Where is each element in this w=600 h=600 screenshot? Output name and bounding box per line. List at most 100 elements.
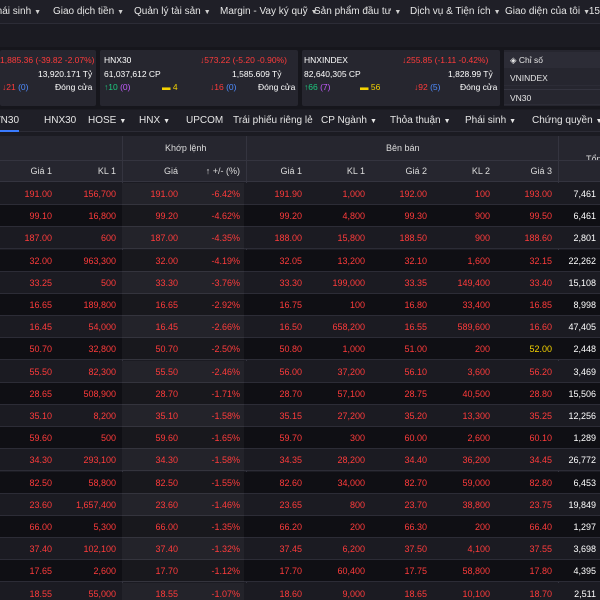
table-row[interactable]: 82.50 58,800 82.50 -1.55% 82.60 34,000 82.70 59… [0,471,600,494]
table-cell: 33,400 [462,300,490,310]
vnindex-down: ↓21 (0) [2,82,29,92]
table-cell: 200 [474,344,490,355]
chevron-down-icon: ▼ [203,9,211,16]
table-cell: 56.20 [529,366,552,377]
table-cell: 47,405 [568,322,596,333]
tab-hose[interactable]: HOSE ▼ [88,110,126,132]
table-cell: 26,772 [568,455,596,466]
table-cell: 32.05 [279,255,302,266]
menu-item[interactable]: Dịch vụ & Tiện ích ▼ [410,0,501,24]
menu-item-label: Giao dịch tiền [53,6,115,17]
menu-item[interactable]: Giao diện của tôi ▼ [505,0,590,24]
table-row[interactable]: 37.40 102,100 37.40 -1.32% 37.45 6,200 37.50 4,… [0,538,600,561]
tab-chứng-quyền[interactable]: Chứng quyền ▼ [532,110,600,132]
tab-cp-ngành[interactable]: CP Ngành ▼ [321,110,377,132]
table-cell: 23.70 [404,499,427,510]
table-cell: 34.45 [529,455,552,466]
table-cell: 100 [474,189,490,199]
tab-label: CP Ngành [321,115,367,126]
table-row[interactable]: 17.65 2,600 17.70 -1.12% 17.70 60,400 17.75 58,… [0,560,600,583]
table-cell: 6,200 [342,544,365,555]
column-header[interactable]: Giá 2 [405,166,427,176]
column-header[interactable]: KL 1 [347,166,365,176]
table-row[interactable]: 55.50 82,300 55.50 -2.46% 56.00 37,200 56.10 3,… [0,360,600,383]
table-cell: 200 [349,522,365,532]
hnxindex-panel[interactable]: HNXINDEX ↓255.85 (-1.11 -0.42%) 82,640,3… [302,50,500,106]
table-cell: 2,801 [573,233,596,244]
table-row[interactable]: 66.00 5,300 66.00 -1.35% 66.20 200 66.30 200 66.… [0,516,600,538]
column-header[interactable]: Giá [164,166,178,176]
tab-phái-sinh[interactable]: Phái sinh ▼ [465,110,516,132]
table-row[interactable]: 32.00 963,300 32.00 -4.19% 32.05 13,200 32.10 1… [0,249,600,272]
table-cell: 82,300 [88,366,116,377]
table-row[interactable]: 59.60 500 59.60 -1.65% 59.70 300 60.00 2,600 60.… [0,427,600,450]
vnindex-volume: 13,920.171 Tỷ [38,69,93,79]
chiso-item-vn30[interactable]: VN30 [504,89,600,105]
table-row[interactable]: 23.60 1,657,400 23.60 -1.46% 23.65 800 23.70 38… [0,493,600,516]
table-cell: 37.55 [529,544,552,555]
table-row[interactable]: 16.45 54,000 16.45 -2.66% 16.50 658,200 16.55 5… [0,316,600,339]
table-row[interactable]: 34.30 293,100 34.30 -1.58% 34.35 28,200 34.40 3… [0,449,600,472]
column-header[interactable]: Giá 1 [280,166,302,176]
tab-thỏa-thuận[interactable]: Thỏa thuận ▼ [390,110,451,132]
table-cell: 293,100 [83,455,116,466]
table-cell: 16.75 [279,300,302,310]
menu-item[interactable]: Quản lý tài sản ▼ [134,0,211,24]
menu-item-label: Giao diện của tôi [505,6,581,17]
hnx30-panel[interactable]: HNX30 ↓573.22 (-5.20 -0.90%) 61,037,612 … [100,50,298,106]
menu-item[interactable]: Margin - Vay ký quỹ ▼ [220,0,318,24]
table-row[interactable]: 187.00 600 187.00 -4.35% 188.00 15,800 188.50 9… [0,227,600,250]
table-row[interactable]: 28.65 508,900 28.70 -1.71% 28.70 57,100 28.75 4… [0,382,600,405]
table-cell: 56.10 [404,366,427,377]
column-header[interactable]: ↑ +/- (%) [206,166,240,176]
column-header[interactable]: Giá 3 [530,166,552,176]
table-row[interactable]: 33.25 500 33.30 -3.76% 33.30 199,000 33.35 149,… [0,271,600,294]
table-cell: -1.58% [182,449,244,472]
table-cell: 99.20 [279,211,302,222]
table-cell: 17.80 [529,566,552,577]
table-row[interactable]: 99.10 16,800 99.20 -4.62% 99.20 4,800 99.30 900… [0,205,600,228]
table-cell: 66.20 [279,522,302,532]
table-cell: 2,600 [93,566,116,577]
table-cell: -2.50% [182,338,244,361]
table-cell: 8,998 [573,300,596,310]
tab-upcom[interactable]: UPCOM [186,110,223,132]
menu-item[interactable]: Giao dịch tiền ▼ [53,0,124,24]
table-cell: 60.00 [404,433,427,444]
table-cell: -1.55% [182,471,244,494]
tab-hnx[interactable]: HNX ▼ [139,110,170,132]
table-row[interactable]: 35.10 8,200 35.10 -1.58% 35.15 27,200 35.20 13,… [0,405,600,427]
column-header[interactable]: KL 1 [98,166,116,176]
table-cell: 33.25 [29,277,52,288]
table-row[interactable]: 16.65 189,800 16.65 -2.92% 16.75 100 16.80 33,4… [0,294,600,316]
table-cell: 32.00 [122,249,182,272]
tab-hnx30[interactable]: HNX30 [44,110,76,132]
menu-item[interactable]: Sản phẩm đầu tư ▼ [314,0,401,24]
tab-vn30[interactable]: VN30 [0,110,20,132]
vnindex-panel[interactable]: 1,885.36 (-39.82 -2.07%) 13,920.171 Tỷ Đ… [0,50,96,106]
column-header[interactable]: KL 2 [472,166,490,176]
table-row[interactable]: 50.70 32,800 50.70 -2.50% 50.80 1,000 51.00 200… [0,338,600,361]
table-cell: 16.85 [529,300,552,310]
table-cell: 18.65 [404,588,427,599]
column-header[interactable]: Giá 1 [30,166,52,176]
table-cell: 3,698 [573,544,596,555]
column-header-label: KL 1 [97,166,116,176]
chevron-down-icon: ▼ [509,118,517,125]
tab-label: HNX [139,115,161,126]
hnxindex-volume-cp: 82,640,305 CP [304,69,361,79]
table-cell: 1,000 [342,189,365,199]
column-header-label: Giá 2 [405,166,427,176]
menu-item[interactable]: Phái sinh▼ [0,0,41,24]
tab-trái-phiếu-riêng-lẻ[interactable]: Trái phiếu riêng lẻ [233,110,313,132]
chiso-item-vnindex[interactable]: VNINDEX [504,70,600,86]
table-cell: -2.46% [182,360,244,383]
table-row[interactable]: 191.00 156,700 191.00 -6.42% 191.90 1,000 192.… [0,183,600,205]
table-cell: 17.70 [279,566,302,577]
hnxindex-value-ty: 1,828.99 Tỷ [448,69,493,79]
table-cell: 800 [349,499,365,510]
table-cell: 4,395 [573,566,596,577]
tab-label: HOSE [88,115,117,126]
table-row[interactable]: 18.55 55,000 18.55 -1.07% 18.60 9,000 18.65 10,… [0,582,600,600]
table-cell: 82.50 [122,471,182,494]
